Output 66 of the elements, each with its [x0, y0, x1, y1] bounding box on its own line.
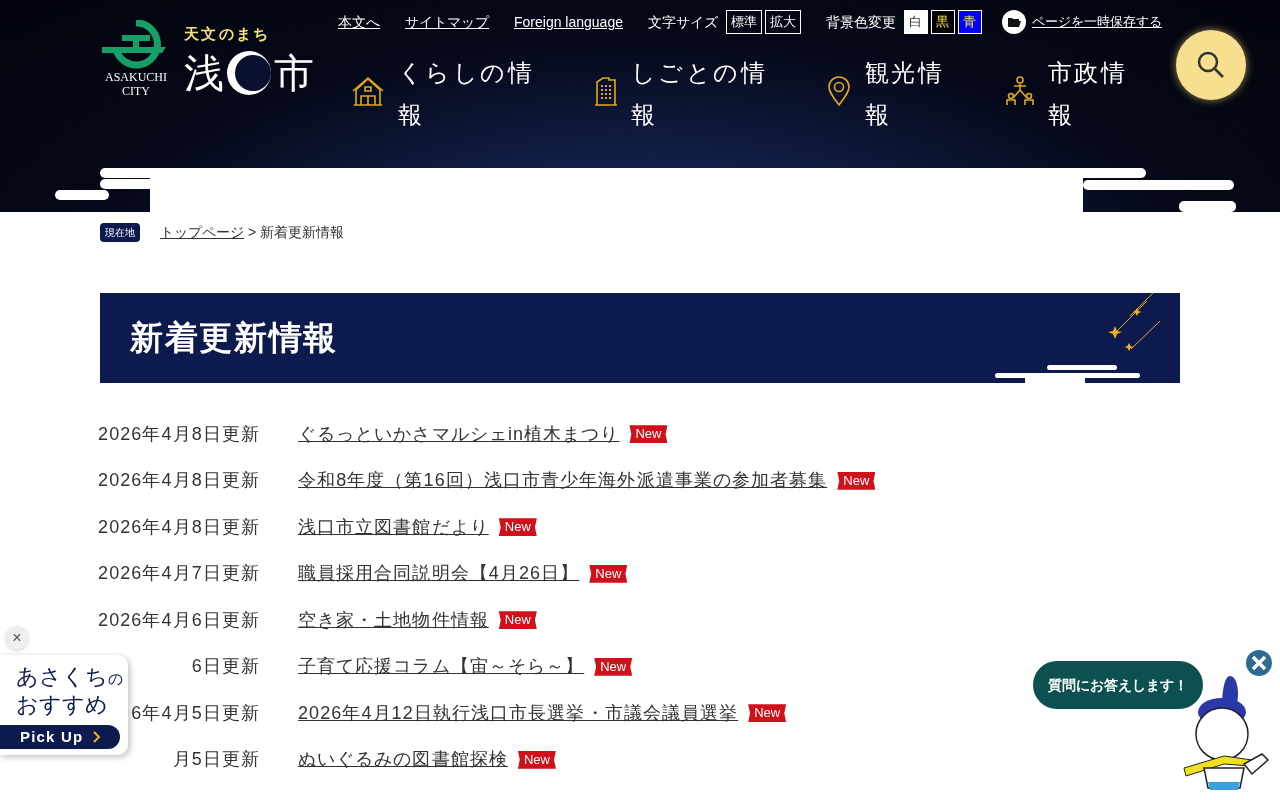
update-date: 2026年4月8日更新 — [98, 469, 260, 493]
banner-title: おすすめ — [16, 692, 108, 717]
folder-icon — [1002, 10, 1026, 34]
save-page-link[interactable]: ページを一時保存する — [1032, 12, 1162, 32]
new-badge: New — [748, 704, 787, 723]
breadcrumb-current: 新着更新情報 — [260, 223, 345, 242]
update-date: 2026年4月6日更新 — [98, 608, 260, 632]
current-location-badge: 現在地 — [100, 223, 140, 242]
font-size-label: 文字サイズ — [648, 12, 718, 32]
pickup-banner[interactable]: あさくちの おすすめ Pick Up — [0, 655, 128, 755]
people-icon — [1006, 76, 1034, 106]
background-color-button[interactable]: 白 — [904, 10, 928, 34]
news-link[interactable]: ぬいぐるみの図書館探検 — [298, 746, 508, 774]
page-title: 新着更新情報 — [130, 318, 338, 359]
news-link[interactable]: 浅口市立図書館だより — [298, 513, 489, 541]
speech-bubble[interactable]: 質問にお答えします！ — [1033, 661, 1203, 709]
pick-up-button[interactable]: Pick Up — [0, 725, 120, 749]
new-badge: New — [517, 750, 556, 769]
city-name-english: ASAKUCHI CITY — [104, 70, 168, 98]
breadcrumb-separator: > — [248, 223, 257, 242]
utility-link[interactable]: Foreign language — [514, 11, 623, 33]
moon-icon — [226, 48, 272, 98]
news-link[interactable]: ぐるっといかさマルシェin植木まつり — [298, 420, 620, 448]
banner-title: あさくち — [16, 663, 108, 691]
update-date: 6年4月5日更新 — [131, 701, 260, 725]
chevron-right-icon — [93, 731, 102, 743]
search-icon — [1196, 50, 1226, 80]
update-date: 月5日更新 — [172, 748, 260, 772]
update-date: 6日更新 — [191, 655, 260, 679]
background-color-button[interactable]: 青 — [958, 10, 982, 34]
search-button[interactable] — [1176, 30, 1246, 100]
new-badge: New — [498, 611, 537, 630]
close-button[interactable]: × — [5, 626, 29, 650]
nav-link[interactable]: しごとの情報 — [581, 52, 813, 136]
utility-link[interactable]: 本文へ — [338, 11, 380, 33]
banner-title-suffix: の — [108, 670, 123, 689]
update-date: 2026年4月8日更新 — [98, 422, 260, 446]
news-link[interactable]: 空き家・土地物件情報 — [298, 606, 489, 634]
new-badge: New — [837, 471, 876, 490]
logo-text: 浅 — [184, 49, 224, 98]
nav-link[interactable]: 市政情報 — [992, 52, 1152, 136]
utility-link[interactable]: サイトマップ — [405, 11, 489, 33]
update-date: 2026年4月7日更新 — [98, 562, 260, 586]
logo-tagline: 天文のまち — [184, 24, 272, 44]
news-link[interactable]: 令和8年度（第16回）浅口市青少年海外派遣事業の参加者募集 — [298, 467, 828, 495]
breadcrumb-link[interactable]: トップページ — [160, 222, 244, 243]
new-badge: New — [629, 425, 668, 444]
map-pin-icon — [827, 76, 851, 106]
building-icon — [595, 76, 617, 106]
news-link[interactable]: 子育て応援コラム【宙～そら～】 — [298, 653, 585, 681]
background-color-label: 背景色変更 — [826, 12, 896, 32]
close-icon[interactable] — [1244, 648, 1274, 678]
nav-link[interactable]: くらしの情報 — [338, 52, 581, 136]
news-link[interactable]: 2026年4月12日執行浅口市長選挙・市議会議員選挙 — [298, 699, 739, 727]
font-size-button[interactable]: 拡大 — [765, 10, 801, 34]
house-icon — [352, 76, 384, 106]
font-size-button[interactable]: 標準 — [726, 10, 762, 34]
new-badge: New — [594, 657, 633, 676]
logo-text: 市 — [274, 49, 314, 98]
nav-link[interactable]: 観光情報 — [813, 52, 992, 136]
new-badge: New — [589, 564, 628, 583]
news-link[interactable]: 職員採用合同説明会【4月26日】 — [298, 560, 580, 588]
new-badge: New — [498, 518, 537, 537]
background-color-button[interactable]: 黒 — [931, 10, 955, 34]
chat-prompt: 質問にお答えします！ — [1048, 675, 1188, 695]
update-date: 2026年4月8日更新 — [98, 515, 260, 539]
